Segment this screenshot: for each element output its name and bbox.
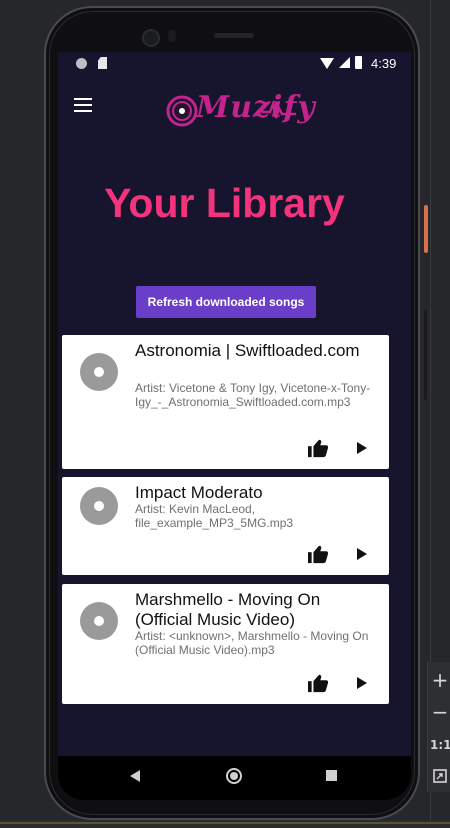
android-nav-bar — [58, 756, 411, 800]
front-sensor — [168, 30, 176, 42]
thumbs-up-icon[interactable] — [307, 544, 329, 564]
wifi-icon — [320, 58, 334, 69]
fit-screen-icon — [433, 769, 447, 783]
song-card[interactable]: Astronomia | Swiftloaded.com Artist: Vic… — [62, 335, 389, 469]
disc-icon — [80, 487, 118, 525]
actual-size-button[interactable]: 1:1 — [430, 738, 450, 752]
page-title: Your Library — [104, 180, 345, 226]
menu-icon[interactable] — [74, 98, 92, 112]
back-icon[interactable] — [130, 770, 140, 782]
zoom-out-button[interactable]: − — [430, 700, 450, 724]
song-card[interactable]: Marshmello - Moving On (Official Music V… — [62, 584, 389, 704]
earpiece-speaker — [214, 33, 254, 38]
song-artist: Artist: <unknown>, Marshmello - Moving O… — [135, 629, 369, 657]
recents-icon[interactable] — [326, 770, 337, 781]
front-camera — [142, 29, 160, 47]
zoom-in-button[interactable]: + — [430, 668, 450, 692]
power-button[interactable] — [424, 205, 428, 253]
play-icon[interactable] — [356, 677, 368, 689]
song-card[interactable]: Impact Moderato Artist: Kevin MacLeod, f… — [62, 477, 389, 575]
app-logo: Muzify — [166, 82, 315, 132]
app-screen: 4:39 Muzify Your Library Refresh downloa… — [58, 52, 411, 756]
song-artist: Artist: Vicetone & Tony Igy, Vicetone-x-… — [135, 381, 371, 409]
status-time: 4:39 — [371, 56, 397, 71]
thumbs-up-icon[interactable] — [307, 438, 329, 458]
disc-icon — [80, 602, 118, 640]
play-icon[interactable] — [356, 442, 368, 454]
thumbs-up-icon[interactable] — [307, 673, 329, 693]
battery-icon — [355, 56, 362, 69]
fit-screen-button[interactable] — [430, 768, 450, 787]
signal-icon — [339, 57, 350, 68]
logo-wordmark: Muzify — [196, 90, 316, 125]
sd-card-icon — [98, 57, 107, 69]
emulator-bottom-accent — [0, 822, 450, 824]
home-icon[interactable] — [226, 768, 242, 784]
song-artist: Artist: Kevin MacLeod, file_example_MP3_… — [135, 502, 294, 530]
song-title: Astronomia | Swiftloaded.com — [135, 341, 360, 360]
volume-button[interactable] — [424, 310, 427, 400]
notification-icon — [76, 58, 87, 69]
status-bar: 4:39 — [58, 52, 411, 76]
song-title: Marshmello - Moving On (Official Music V… — [135, 590, 321, 629]
refresh-songs-button[interactable]: Refresh downloaded songs — [136, 286, 316, 318]
disc-icon — [80, 353, 118, 391]
song-title: Impact Moderato — [135, 483, 263, 502]
play-icon[interactable] — [356, 548, 368, 560]
